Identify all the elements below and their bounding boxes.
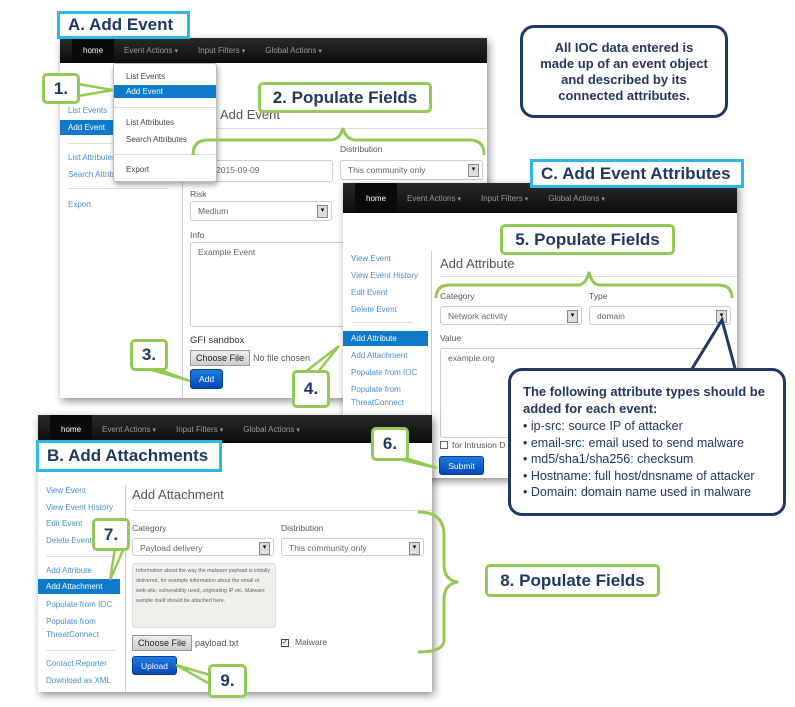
brace-5: [434, 271, 734, 299]
step-2: 2. Populate Fields: [258, 82, 432, 113]
pointer-9: [175, 663, 211, 686]
brace-8: [417, 510, 459, 654]
pointer-4: [304, 345, 340, 373]
step-7: 7.: [92, 518, 130, 551]
section-label-b: B. Add Attachments: [36, 440, 222, 472]
attribute-types-bubble: The following attribute types should be …: [508, 368, 786, 516]
step-6: 6.: [371, 427, 409, 461]
bubble-item: • Domain: domain name used in malware: [523, 485, 752, 499]
step-9: 9.: [208, 664, 247, 698]
bubble-pointer: [688, 316, 738, 373]
bubble-item: • Hostname: full host/dnsname of attacke…: [523, 468, 755, 483]
bubble-item: • ip-src: source IP of attacker: [523, 419, 683, 433]
step-4: 4.: [292, 370, 330, 408]
ioc-note: All IOC data entered is made up of an ev…: [520, 25, 728, 118]
step-1: 1.: [42, 73, 80, 104]
bubble-item: • email-src: email used to send malware: [523, 435, 745, 450]
step-8: 8. Populate Fields: [485, 564, 660, 597]
pointer-1: [77, 82, 114, 98]
bubble-item: • md5/sha1/sha256: checksum: [523, 452, 694, 466]
brace-2: [191, 127, 486, 156]
section-label-c: C. Add Event Attributes: [530, 159, 744, 188]
step-3: 3.: [130, 339, 168, 371]
bubble-heading: The following attribute types should be …: [523, 384, 765, 416]
pointer-7: [108, 547, 126, 581]
section-label-a: A. Add Event: [57, 11, 190, 39]
step-5: 5. Populate Fields: [500, 224, 675, 255]
